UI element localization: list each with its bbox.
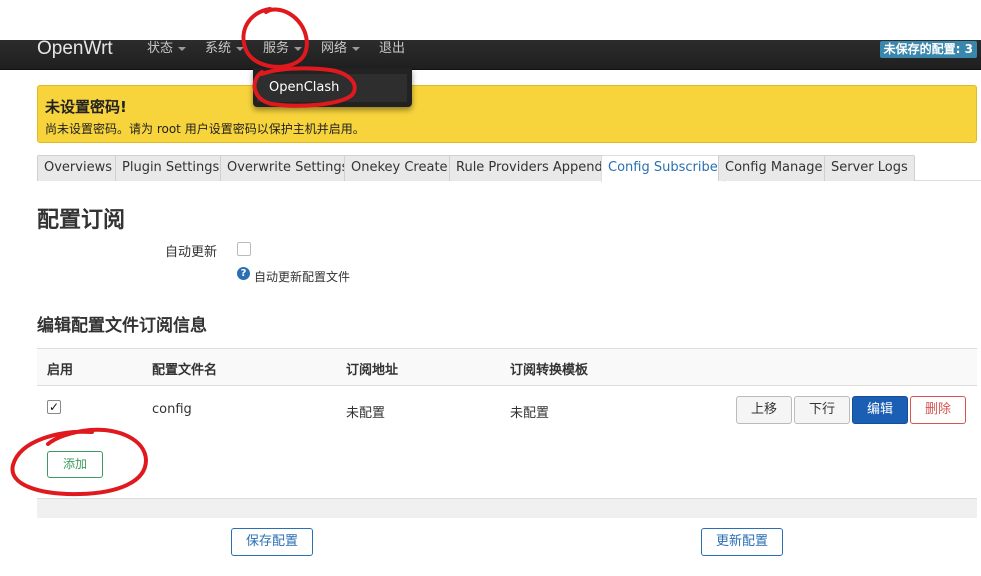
chevron-down-icon	[236, 46, 245, 51]
tab-onekey-create[interactable]: Onekey Create	[344, 155, 455, 181]
row-subscribe-url: 未配置	[346, 406, 386, 421]
top-navbar: OpenWrt 状态 系统 服务 网络 退出 未保存的配置: 3	[0, 39, 981, 70]
footer-divider	[37, 498, 977, 518]
menu-status[interactable]: 状态	[147, 40, 187, 70]
column-header-config-name: 配置文件名	[152, 363, 218, 378]
column-header-enabled: 启用	[47, 363, 74, 378]
tab-bar: Overviews Plugin Settings Overwrite Sett…	[37, 155, 981, 182]
row-enabled-checkbox[interactable]: ✓	[47, 400, 61, 414]
chevron-down-icon	[178, 46, 187, 51]
brand-logo[interactable]: OpenWrt	[37, 39, 113, 70]
menu-system[interactable]: 系统	[205, 40, 245, 70]
alert-text: 尚未设置密码。请为 root 用户设置密码以保护主机并启用。	[45, 122, 365, 136]
table-header: 启用 配置文件名 订阅地址 订阅转换模板	[37, 348, 977, 386]
dropdown-item-openclash[interactable]: OpenClash	[257, 74, 407, 102]
auto-update-help-text: 自动更新配置文件	[254, 270, 351, 284]
move-up-button[interactable]: 上移	[736, 396, 792, 424]
column-header-subscribe-url: 订阅地址	[346, 363, 399, 378]
auto-update-label: 自动更新	[165, 245, 218, 260]
tab-overviews[interactable]: Overviews	[37, 155, 119, 181]
menu-logout-label: 退出	[379, 41, 406, 56]
help-icon: ?	[237, 267, 250, 280]
menu-network-label: 网络	[321, 41, 348, 56]
menu-network[interactable]: 网络	[321, 40, 361, 70]
tab-config-manage[interactable]: Config Manage	[718, 155, 830, 181]
section-title: 编辑配置文件订阅信息	[37, 316, 207, 336]
row-config-name: config	[152, 402, 192, 417]
alert-title: 未设置密码!	[45, 98, 127, 116]
save-config-button[interactable]: 保存配置	[231, 528, 313, 556]
menu-system-label: 系统	[205, 41, 232, 56]
update-config-button[interactable]: 更新配置	[701, 528, 783, 556]
page-title: 配置订阅	[37, 208, 126, 233]
tab-server-logs[interactable]: Server Logs	[824, 155, 915, 181]
tab-overwrite-settings[interactable]: Overwrite Settings	[220, 155, 356, 181]
move-down-button[interactable]: 下行	[794, 396, 850, 424]
menu-services-label: 服务	[263, 41, 290, 56]
tab-rule-providers-append[interactable]: Rule Providers Append	[449, 155, 610, 181]
tab-config-subscribe[interactable]: Config Subscribe	[601, 155, 725, 182]
column-header-convert-template: 订阅转换模板	[510, 363, 589, 378]
password-warning-alert: 未设置密码! 尚未设置密码。请为 root 用户设置密码以保护主机并启用。	[37, 85, 977, 143]
delete-button[interactable]: 删除	[910, 396, 966, 424]
unsaved-changes-badge[interactable]: 未保存的配置: 3	[879, 41, 977, 58]
chevron-down-icon	[352, 46, 361, 51]
row-convert-template: 未配置	[510, 406, 550, 421]
services-dropdown-menu: OpenClash	[253, 68, 412, 107]
tab-plugin-settings[interactable]: Plugin Settings	[115, 155, 227, 181]
chevron-down-icon	[294, 46, 303, 51]
add-button[interactable]: 添加	[47, 451, 103, 478]
menu-services[interactable]: 服务	[263, 40, 303, 70]
menu-status-label: 状态	[147, 41, 174, 56]
menu-logout[interactable]: 退出	[379, 40, 405, 70]
edit-button[interactable]: 编辑	[852, 396, 908, 424]
auto-update-checkbox[interactable]	[237, 242, 251, 256]
